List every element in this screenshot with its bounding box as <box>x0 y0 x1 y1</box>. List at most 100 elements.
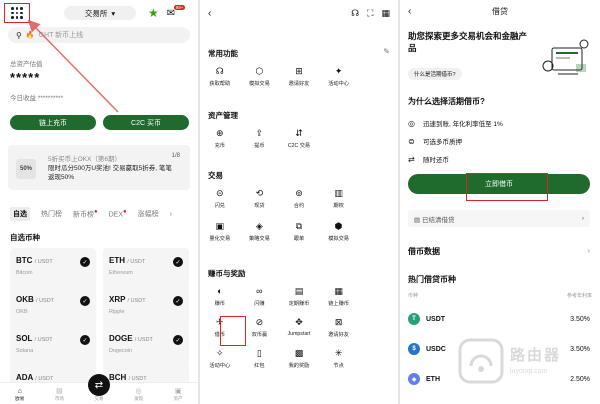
loan-symbol: USDT <box>426 315 446 323</box>
section-assets: 资产管理 <box>208 111 238 120</box>
feature-events[interactable]: ✦ 活动中心 <box>319 64 359 91</box>
feature-flash-earn[interactable]: ∞ 闪赚 <box>240 284 280 311</box>
feature-c2c[interactable]: ⇵ C2C 交易 <box>279 126 319 153</box>
coin-card[interactable]: SOL / USDT Solana ✓ <box>10 326 96 368</box>
feature-convert[interactable]: ⊝ 闪兑 <box>200 186 240 213</box>
headset-icon[interactable]: ☊ <box>351 8 359 19</box>
check-icon[interactable]: ✓ <box>80 335 90 345</box>
what-is-loan-button[interactable]: 什么是活期借币? <box>408 68 462 80</box>
feature-options[interactable]: ▥ 期权 <box>319 186 359 213</box>
feature-earn[interactable]: ◐ 赚币 <box>200 284 240 311</box>
feature-simulate[interactable]: ⬡ 模拟交易 <box>240 64 280 91</box>
exchange-switch[interactable]: 交易所 ▾ <box>64 6 136 20</box>
tab-favorites[interactable]: 自选 <box>10 207 30 221</box>
feature-fixed-earn[interactable]: ▤ 定期赚币 <box>279 284 319 311</box>
party-icon: ✦ <box>334 66 343 76</box>
nav-trade[interactable]: 交易 <box>84 395 114 402</box>
back-icon[interactable]: ‹ <box>208 8 211 19</box>
feature-spot[interactable]: ⟲ 现货 <box>240 186 280 213</box>
feature-futures[interactable]: ⊚ 合约 <box>279 186 319 213</box>
tab-dex[interactable]: DEX● <box>109 209 127 218</box>
feature-label: C2C 交易 <box>287 143 311 149</box>
chevron-right-icon: › <box>581 215 584 222</box>
coin-card[interactable]: BTC / USDT Bitcoin ✓ <box>10 248 96 290</box>
coin-symbol-text: ETH <box>109 256 125 265</box>
coin-symbol: OKB / USDT <box>16 295 54 304</box>
loan-coin: $ USDC <box>408 343 446 355</box>
eth-icon: ◆ <box>408 373 420 385</box>
check-icon[interactable]: ✓ <box>173 296 183 306</box>
all-features-screen: ‹ ☊ ⛶ ▦ 常用功能 ✎ ☊ 获取帮助 ⬡ 模拟交易 ⊞ 邀请好友 ✦ 活动中心 资… <box>200 0 398 404</box>
hot-loans-title: 热门借贷币种 <box>408 275 456 284</box>
loan-data-title[interactable]: 借币数据 <box>408 246 440 257</box>
loan-symbol: ETH <box>426 375 440 383</box>
nav-discover[interactable]: ◎ 发现 <box>124 387 154 402</box>
back-icon[interactable]: ‹ <box>408 6 411 17</box>
feature-redpacket[interactable]: ▯ 红包 <box>240 346 280 373</box>
feature-copy[interactable]: ⧉ 跟单 <box>279 219 319 246</box>
check-icon[interactable]: ✓ <box>80 257 90 267</box>
nav-market-label: 市场 <box>54 396 64 401</box>
tab-gainers[interactable]: 涨幅榜 <box>138 209 159 219</box>
chevron-right-icon[interactable]: › <box>587 246 590 255</box>
convert-icon: ⊝ <box>216 188 224 198</box>
promo-banner[interactable]: 50% 5折买币上OKX（第6期） 限时瓜分500万U奖池! 交易赢取5折券, … <box>8 145 190 190</box>
trade-grid: ⊝ 闪兑 ⟲ 现货 ⊚ 合约 ▥ 期权 ▣ 量化交易 ◈ 策略交易 ⧉ 跟单 ⬢ 模拟交易 <box>200 186 398 246</box>
menu-grid-button[interactable] <box>4 3 30 23</box>
coin-quote: / USDT <box>34 337 53 343</box>
feature-jumpstart[interactable]: ✥ Jumpstart <box>279 315 319 342</box>
section-earn: 赚币与奖励 <box>208 269 246 278</box>
feature-deposit[interactable]: ⊕ 充币 <box>200 126 240 153</box>
more-icon[interactable]: › <box>170 211 172 218</box>
trade-swap-button[interactable]: ⇄ <box>88 374 110 396</box>
feature-invite[interactable]: ⊞ 邀请好友 <box>279 64 319 91</box>
today-pnl-value: ********** <box>37 95 64 102</box>
coin-name: Ripple <box>109 309 125 315</box>
scan-icon[interactable]: ⛶ <box>367 8 373 19</box>
feature-event-center[interactable]: ✧ 活动中心 <box>200 346 240 373</box>
feature-strategy[interactable]: ◈ 策略交易 <box>240 219 280 246</box>
feature-withdraw[interactable]: ⇪ 提币 <box>240 126 280 153</box>
coin-quote: / USDT <box>134 337 153 343</box>
edit-icon[interactable]: ✎ <box>383 47 390 56</box>
home-top-bar: 交易所 ▾ ★ ✉ 99+ <box>4 3 194 23</box>
feature-demo[interactable]: ⬢ 模拟交易 <box>319 219 359 246</box>
feature-label: 策略交易 <box>249 236 270 242</box>
search-input[interactable]: ⚲ 🔥 GHT 新币上线 <box>8 27 190 43</box>
loan-symbol: USDC <box>426 345 446 353</box>
home-icon: ⌂ <box>17 388 22 395</box>
feature-reward[interactable]: ▩ 我的奖励 <box>279 346 319 373</box>
loan-row[interactable]: T USDT 3.50% <box>408 310 590 328</box>
coin-symbol-text: ADA <box>16 373 34 382</box>
top-icons: ☊ ⛶ ▦ <box>351 8 390 19</box>
qr-icon[interactable]: ▦ <box>381 8 390 19</box>
nav-market[interactable]: ▤ 市场 <box>44 387 74 402</box>
promo-icon: 50% <box>16 159 36 179</box>
feature-label: Jumpstart <box>287 331 311 337</box>
coin-card[interactable]: XRP / USDT Ripple ✓ <box>103 287 189 329</box>
repaid-loans-row[interactable]: ▤ 已结清借贷 › <box>408 210 590 227</box>
deposit-button[interactable]: 链上充币 <box>10 115 96 130</box>
coin-card[interactable]: ETH / USDT Ethereum ✓ <box>103 248 189 290</box>
check-icon[interactable]: ✓ <box>173 257 183 267</box>
feature-bot[interactable]: ▣ 量化交易 <box>200 219 240 246</box>
loan-headline: 助您探索更多交易机会和金融产品 <box>408 31 528 53</box>
c2c-buy-button[interactable]: C2C 买币 <box>103 115 189 130</box>
coin-card[interactable]: OKB / USDT OKB ✓ <box>10 287 96 329</box>
star-icon[interactable]: ★ <box>148 6 159 20</box>
bot-icon: ▣ <box>215 221 225 231</box>
tab-new[interactable]: 新币榜● <box>73 209 98 219</box>
tab-hot[interactable]: 热门榜 <box>41 209 62 219</box>
tab-dex-label: DEX <box>108 211 124 219</box>
feature-invite-friends[interactable]: ⊠ 邀请好友 <box>319 315 359 342</box>
feature-node[interactable]: ✳ 节点 <box>319 346 359 373</box>
banner-body: 限时瓜分500万U奖池! 交易赢取5折券, 笔笔返现50% <box>48 165 172 181</box>
check-icon[interactable]: ✓ <box>80 296 90 306</box>
notification-icon[interactable]: ✉ 99+ <box>167 4 186 19</box>
check-icon[interactable]: ✓ <box>173 335 183 345</box>
nav-assets[interactable]: ▣ 资产 <box>163 387 193 402</box>
feature-onchain-earn[interactable]: ▦ 链上赚币 <box>319 284 359 311</box>
feature-help[interactable]: ☊ 获取帮助 <box>200 64 240 91</box>
nav-home[interactable]: ⌂ 欧易 <box>5 388 35 402</box>
coin-card[interactable]: DOGE / USDT Dogecoin ✓ <box>103 326 189 368</box>
